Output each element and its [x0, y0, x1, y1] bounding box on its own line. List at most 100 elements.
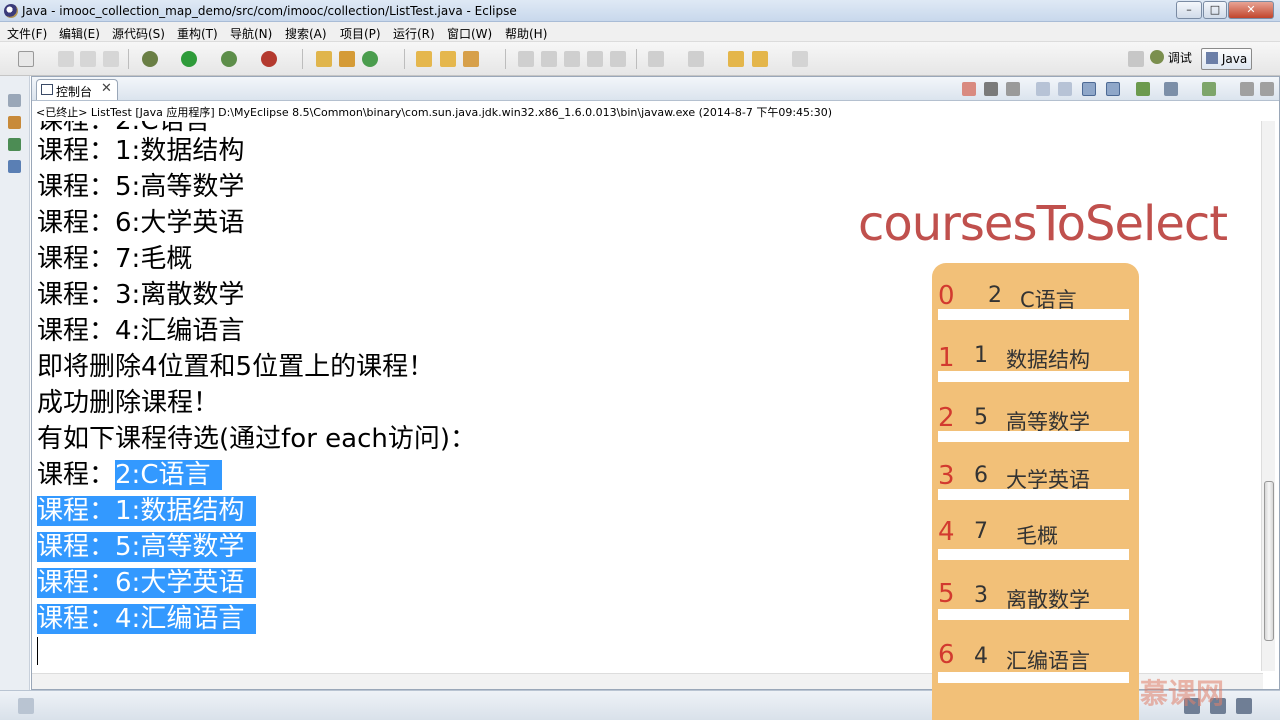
- output-line-selected: 课程：6:大学英语: [37, 565, 257, 601]
- open-folder-icon[interactable]: [440, 51, 456, 67]
- hierarchy-icon[interactable]: [8, 138, 21, 151]
- forward-icon[interactable]: [792, 51, 808, 67]
- menu-edit[interactable]: 编辑(E): [59, 25, 100, 42]
- course-id: 1: [974, 343, 988, 368]
- console-tab[interactable]: 控制台 ✕: [36, 79, 118, 100]
- pen-icon[interactable]: [541, 51, 557, 67]
- outline-icon[interactable]: [8, 160, 21, 173]
- main-toolbar: 调试 Java: [0, 42, 1280, 76]
- list-index: 5: [938, 579, 955, 609]
- list-divider: [938, 489, 1129, 500]
- list-index: 0: [938, 281, 955, 311]
- menu-file[interactable]: 文件(F): [7, 25, 47, 42]
- menu-bar: 文件(F) 编辑(E) 源代码(S) 重构(T) 导航(N) 搜索(A) 项目(…: [0, 22, 1280, 42]
- debug-icon[interactable]: [142, 51, 158, 67]
- toolbar-separator: [636, 49, 637, 69]
- list-item: 5 3 离散数学: [932, 577, 1139, 637]
- menu-run[interactable]: 运行(R): [393, 25, 435, 42]
- save-icon[interactable]: [58, 51, 74, 67]
- block-icon[interactable]: [587, 51, 603, 67]
- scrollbar-thumb[interactable]: [1264, 481, 1274, 641]
- coverage-icon[interactable]: [261, 51, 277, 67]
- overlay-title: coursesToSelect: [858, 196, 1228, 252]
- list-index: 4: [938, 517, 955, 547]
- minimize-view-icon[interactable]: [1240, 82, 1254, 96]
- output-line: 有如下课程待选(通过for each访问)：: [37, 424, 477, 454]
- output-line: 成功删除课程！: [37, 388, 220, 418]
- status-icon[interactable]: [1236, 698, 1252, 714]
- menu-help[interactable]: 帮助(H): [505, 25, 547, 42]
- list-index: 2: [938, 403, 955, 433]
- list-divider: [938, 609, 1129, 620]
- new-java-project-icon[interactable]: [316, 51, 332, 67]
- new-class-icon[interactable]: [362, 51, 378, 67]
- list-item: 2 5 高等数学: [932, 401, 1139, 461]
- list-item: 3 6 大学英语: [932, 459, 1139, 519]
- prev-annotation-icon[interactable]: [688, 51, 704, 67]
- console-tab-label: 控制台: [56, 85, 93, 99]
- minimize-button[interactable]: –: [1176, 1, 1202, 19]
- run-icon[interactable]: [181, 51, 197, 67]
- output-line: 课程：1:数据结构: [37, 136, 245, 166]
- course-id: 7: [974, 519, 988, 544]
- search-icon[interactable]: [463, 51, 479, 67]
- window-title: Java - imooc_collection_map_demo/src/com…: [22, 4, 517, 18]
- list-divider: [938, 672, 1129, 683]
- output-line: 课程：3:离散数学: [37, 280, 245, 310]
- close-icon[interactable]: ✕: [101, 81, 112, 96]
- whitespace-icon[interactable]: [610, 51, 626, 67]
- output-line: 课程：7:毛概: [37, 244, 193, 274]
- open-type-icon[interactable]: [416, 51, 432, 67]
- pin-console-icon[interactable]: [1136, 82, 1150, 96]
- save-all-icon[interactable]: [80, 51, 96, 67]
- debug-perspective[interactable]: 调试: [1150, 48, 1192, 70]
- remove-launch-icon[interactable]: [984, 82, 998, 96]
- maximize-view-icon[interactable]: [1260, 82, 1274, 96]
- list-divider: [938, 549, 1129, 560]
- maximize-button[interactable]: □: [1203, 1, 1227, 19]
- show-on-output-icon[interactable]: [1082, 82, 1096, 96]
- output-line: 课程：6:大学英语: [37, 208, 245, 238]
- new-package-icon[interactable]: [339, 51, 355, 67]
- left-trim-bar: [0, 76, 30, 690]
- courses-list-diagram: 0 2 C语言 1 1 数据结构 2 5 高等数学 3 6 大学英语 4 7 毛…: [932, 263, 1139, 720]
- new-icon[interactable]: [18, 51, 34, 67]
- menu-project[interactable]: 项目(P): [340, 25, 381, 42]
- course-id: 6: [974, 463, 988, 488]
- course-id: 4: [974, 644, 988, 669]
- course-name: 毛概: [1016, 524, 1058, 548]
- watermark-logo: 慕课网: [1140, 677, 1225, 710]
- scroll-lock-icon[interactable]: [1058, 82, 1072, 96]
- menu-navigate[interactable]: 导航(N): [230, 25, 272, 42]
- menu-window[interactable]: 窗口(W): [447, 25, 492, 42]
- next-annotation-icon[interactable]: [648, 51, 664, 67]
- restore-icon[interactable]: [8, 94, 21, 107]
- annotation-icon[interactable]: [518, 51, 534, 67]
- java-icon: [1206, 52, 1218, 64]
- output-line: 课程：4:汇编语言: [37, 316, 245, 346]
- clear-console-icon[interactable]: [1036, 82, 1050, 96]
- highlight-icon[interactable]: [564, 51, 580, 67]
- vertical-scrollbar[interactable]: [1261, 121, 1275, 671]
- menu-refactor[interactable]: 重构(T): [177, 25, 218, 42]
- open-console-icon[interactable]: [1202, 82, 1216, 96]
- package-explorer-icon[interactable]: [8, 116, 21, 129]
- output-line: 即将删除4位置和5位置上的课程！: [37, 352, 435, 382]
- close-button[interactable]: ✕: [1228, 1, 1274, 19]
- display-console-icon[interactable]: [1164, 82, 1178, 96]
- menu-source[interactable]: 源代码(S): [112, 25, 165, 42]
- open-perspective-icon[interactable]: [1128, 51, 1144, 67]
- show-on-error-icon[interactable]: [1106, 82, 1120, 96]
- java-perspective[interactable]: Java: [1201, 48, 1253, 70]
- console-tab-bar: 控制台 ✕: [32, 77, 1279, 101]
- last-edit-icon[interactable]: [728, 51, 744, 67]
- run-external-icon[interactable]: [221, 51, 237, 67]
- remove-all-icon[interactable]: [1006, 82, 1020, 96]
- list-item: 6 4 汇编语言: [932, 638, 1139, 698]
- debug-perspective-label: 调试: [1167, 51, 1192, 65]
- back-icon[interactable]: [752, 51, 768, 67]
- fast-view-icon[interactable]: [18, 698, 34, 714]
- print-icon[interactable]: [103, 51, 119, 67]
- menu-search[interactable]: 搜索(A): [285, 25, 327, 42]
- terminate-icon[interactable]: [962, 82, 976, 96]
